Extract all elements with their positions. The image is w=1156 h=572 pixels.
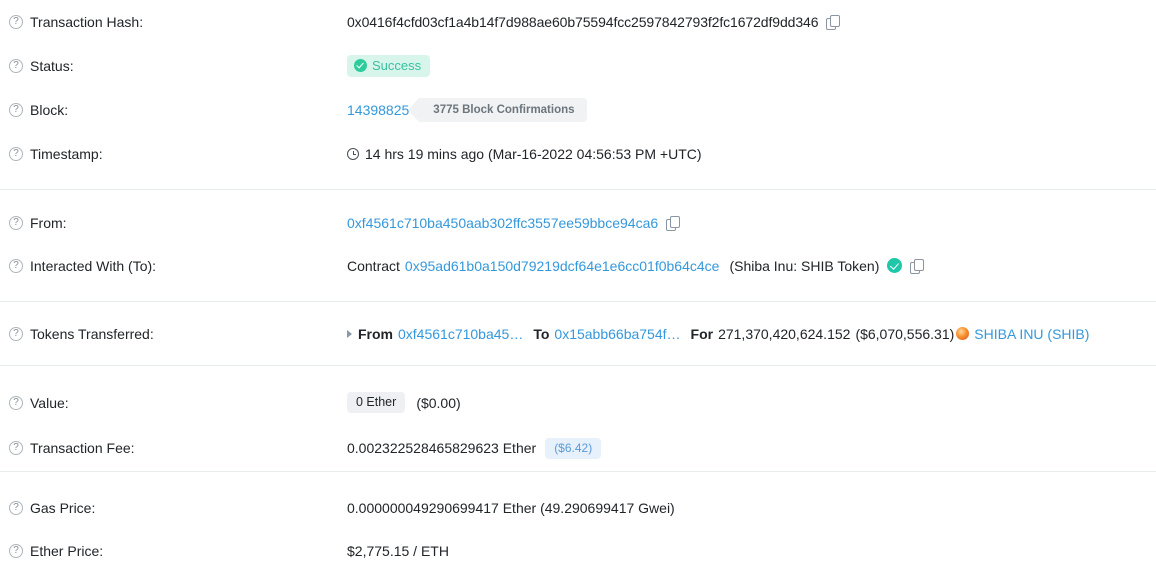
transaction-hash-text: 0x0416f4cfd03cf1a4b14f7d988ae60b75594fcc…: [347, 13, 819, 30]
token-from-keyword: From: [358, 325, 393, 342]
status-badge: Success: [347, 54, 431, 77]
label-block: ? Block:: [0, 100, 347, 120]
value-transaction-fee: 0.002322528465829623 Ether ($6.42): [347, 437, 1156, 459]
help-icon[interactable]: ?: [9, 258, 23, 273]
row-gas-price: ? Gas Price: 0.000000049290699417 Ether …: [0, 486, 1156, 529]
label-text: Transaction Fee:: [30, 440, 135, 456]
label-transaction-fee: ? Transaction Fee:: [0, 438, 347, 458]
label-transaction-hash: ? Transaction Hash:: [0, 12, 347, 32]
transaction-fee-usd-pill: ($6.42): [545, 437, 602, 459]
token-amount: 271,370,420,624.152: [718, 325, 851, 342]
label-ether-price: ? Ether Price:: [0, 541, 347, 561]
token-to-address-link[interactable]: 0x15abb66ba754f…: [554, 324, 680, 344]
value-interacted-with: Contract 0x95ad61b0a150d79219dcf64e1e6cc…: [347, 256, 1156, 276]
help-icon[interactable]: ?: [9, 14, 23, 29]
label-text: Ether Price:: [30, 542, 104, 559]
copy-icon[interactable]: [910, 258, 925, 274]
label-tokens-transferred: ? Tokens Transferred:: [0, 324, 347, 344]
caret-right-icon[interactable]: [347, 329, 352, 338]
value-status: Success: [347, 54, 1156, 77]
value-tokens-transferred: From 0xf4561c710ba45… To 0x15abb66ba754f…: [347, 324, 1156, 344]
block-number-link[interactable]: 14398825: [347, 100, 409, 120]
contract-prefix: Contract: [347, 257, 400, 274]
row-ether-price: ? Ether Price: $2,775.15 / ETH: [0, 529, 1156, 572]
row-from: ? From: 0xf4561c710ba450aab302ffc3557ee5…: [0, 201, 1156, 244]
contract-token-name: (Shiba Inu: SHIB Token): [729, 257, 880, 274]
label-gas-price: ? Gas Price:: [0, 498, 347, 518]
help-icon[interactable]: ?: [9, 146, 23, 161]
check-circle-icon: [354, 59, 367, 72]
label-from: ? From:: [0, 213, 347, 233]
clock-icon: [347, 147, 359, 160]
label-text: From:: [30, 214, 67, 231]
help-icon[interactable]: ?: [9, 543, 23, 558]
help-icon[interactable]: ?: [9, 441, 23, 455]
copy-icon[interactable]: [826, 14, 841, 30]
row-transaction-fee: ? Transaction Fee: 0.002322528465829623 …: [0, 425, 1156, 471]
contract-address-link[interactable]: 0x95ad61b0a150d79219dcf64e1e6cc01f0b64c4…: [405, 256, 720, 276]
label-text: Gas Price:: [30, 499, 96, 516]
label-text: Block:: [30, 102, 69, 118]
row-block: ? Block: 14398825 3775 Block Confirmatio…: [0, 88, 1156, 132]
label-status: ? Status:: [0, 56, 347, 76]
value-ether-pill: 0 Ether: [347, 392, 406, 413]
row-interacted-with: ? Interacted With (To): Contract 0x95ad6…: [0, 244, 1156, 287]
label-text: Value:: [30, 394, 69, 411]
label-text: Status:: [30, 57, 74, 74]
value-usd: ($0.00): [416, 394, 461, 411]
ether-price-text: $2,775.15 / ETH: [347, 542, 449, 559]
token-from-address-link[interactable]: 0xf4561c710ba45…: [398, 324, 523, 344]
row-timestamp: ? Timestamp: 14 hrs 19 mins ago (Mar-16-…: [0, 132, 1156, 175]
label-interacted-with: ? Interacted With (To):: [0, 256, 347, 276]
value-gas-price: 0.000000049290699417 Ether (49.290699417…: [347, 498, 1156, 518]
from-address-link[interactable]: 0xf4561c710ba450aab302ffc3557ee59bbce94c…: [347, 213, 658, 233]
help-icon[interactable]: ?: [9, 215, 23, 230]
row-transaction-hash: ? Transaction Hash: 0x0416f4cfd03cf1a4b1…: [0, 0, 1156, 43]
help-icon[interactable]: ?: [9, 58, 23, 73]
label-text: Transaction Hash:: [30, 13, 144, 30]
timestamp-text: 14 hrs 19 mins ago (Mar-16-2022 04:56:53…: [365, 145, 702, 162]
value-block: 14398825 3775 Block Confirmations: [347, 98, 1156, 122]
help-icon[interactable]: ?: [9, 326, 23, 341]
row-value: ? Value: 0 Ether ($0.00): [0, 380, 1156, 425]
label-text: Tokens Transferred:: [30, 325, 154, 342]
copy-icon[interactable]: [666, 215, 681, 231]
value-timestamp: 14 hrs 19 mins ago (Mar-16-2022 04:56:53…: [347, 144, 1156, 164]
label-timestamp: ? Timestamp:: [0, 144, 347, 164]
value-ether-amount: 0 Ether ($0.00): [347, 392, 1156, 413]
gas-price-text: 0.000000049290699417 Ether (49.290699417…: [347, 499, 675, 516]
shib-token-icon: [956, 327, 970, 340]
label-text: Timestamp:: [30, 145, 103, 162]
help-icon[interactable]: ?: [9, 103, 23, 117]
help-icon[interactable]: ?: [9, 500, 23, 515]
row-tokens-transferred: ? Tokens Transferred: From 0xf4561c710ba…: [0, 302, 1156, 365]
row-status: ? Status: Success: [0, 43, 1156, 88]
token-usd-value: ($6,070,556.31): [855, 325, 955, 342]
verified-check-icon: [887, 258, 903, 273]
token-for-keyword: For: [690, 325, 714, 342]
value-ether-price: $2,775.15 / ETH: [347, 541, 1156, 561]
token-to-keyword: To: [533, 325, 550, 342]
transaction-details-panel: ? Transaction Hash: 0x0416f4cfd03cf1a4b1…: [0, 0, 1156, 572]
help-icon[interactable]: ?: [9, 395, 23, 410]
value-transaction-hash: 0x0416f4cfd03cf1a4b14f7d988ae60b75594fcc…: [347, 12, 1156, 32]
value-from: 0xf4561c710ba450aab302ffc3557ee59bbce94c…: [347, 213, 1156, 233]
transaction-fee-ether: 0.002322528465829623 Ether: [347, 440, 537, 456]
label-text: Interacted With (To):: [30, 257, 157, 274]
status-badge-label: Success: [372, 57, 422, 73]
token-name-link[interactable]: SHIBA INU (SHIB): [974, 324, 1089, 344]
label-value: ? Value:: [0, 393, 347, 413]
block-confirmations-badge: 3775 Block Confirmations: [408, 98, 587, 122]
